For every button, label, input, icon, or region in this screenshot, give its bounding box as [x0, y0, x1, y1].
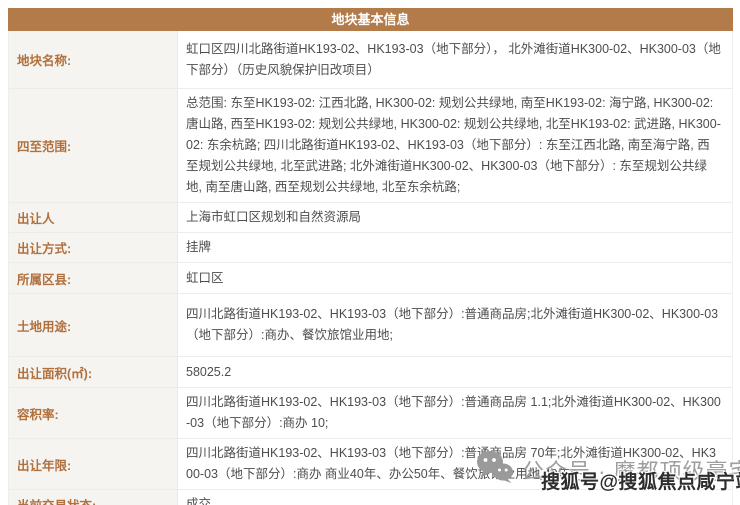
row-value: 虹口区	[178, 263, 732, 293]
row-label: 所属区县:	[9, 263, 178, 293]
row-value: 挂牌	[178, 233, 732, 262]
land-info-table: 地块基本信息 地块名称: 虹口区四川北路街道HK193-02、HK193-03（…	[8, 8, 733, 505]
row-label: 土地用途:	[9, 294, 178, 356]
page: 地块基本信息 地块名称: 虹口区四川北路街道HK193-02、HK193-03（…	[0, 0, 740, 505]
row-label: 出让年限:	[9, 439, 178, 489]
table-row: 出让面积(㎡): 58025.2	[9, 357, 732, 388]
table-row: 地块名称: 虹口区四川北路街道HK193-02、HK193-03（地下部分）， …	[9, 31, 732, 89]
row-value: 虹口区四川北路街道HK193-02、HK193-03（地下部分）， 北外滩街道H…	[178, 31, 732, 88]
row-value: 上海市虹口区规划和自然资源局	[178, 203, 732, 232]
row-value: 成交	[178, 490, 732, 505]
row-label: 当前交易状态:	[9, 490, 178, 505]
table-row: 所属区县: 虹口区	[9, 263, 732, 294]
table-row: 四至范围: 总范围: 东至HK193-02: 江西北路, HK300-02: 规…	[9, 89, 732, 203]
table-rows: 地块名称: 虹口区四川北路街道HK193-02、HK193-03（地下部分）， …	[8, 31, 733, 505]
row-label: 容积率:	[9, 388, 178, 438]
row-label: 四至范围:	[9, 89, 178, 202]
table-row: 土地用途: 四川北路街道HK193-02、HK193-03（地下部分）:普通商品…	[9, 294, 732, 357]
row-label: 地块名称:	[9, 31, 178, 88]
table-row: 出让方式: 挂牌	[9, 233, 732, 263]
row-label: 出让面积(㎡):	[9, 357, 178, 387]
table-title: 地块基本信息	[8, 8, 733, 31]
table-row: 出让年限: 四川北路街道HK193-02、HK193-03（地下部分）:普通商品…	[9, 439, 732, 490]
row-label: 出让方式:	[9, 233, 178, 262]
table-row: 容积率: 四川北路街道HK193-02、HK193-03（地下部分）:普通商品房…	[9, 388, 732, 439]
row-value: 四川北路街道HK193-02、HK193-03（地下部分）:普通商品房 1.1;…	[178, 388, 732, 438]
row-value: 四川北路街道HK193-02、HK193-03（地下部分）:普通商品房;北外滩街…	[178, 294, 732, 356]
row-value: 58025.2	[178, 357, 732, 387]
table-row: 出让人 上海市虹口区规划和自然资源局	[9, 203, 732, 233]
row-value: 四川北路街道HK193-02、HK193-03（地下部分）:普通商品房 70年;…	[178, 439, 732, 489]
table-row: 当前交易状态: 成交	[9, 490, 732, 505]
row-value: 总范围: 东至HK193-02: 江西北路, HK300-02: 规划公共绿地,…	[178, 89, 732, 202]
row-label: 出让人	[9, 203, 178, 232]
